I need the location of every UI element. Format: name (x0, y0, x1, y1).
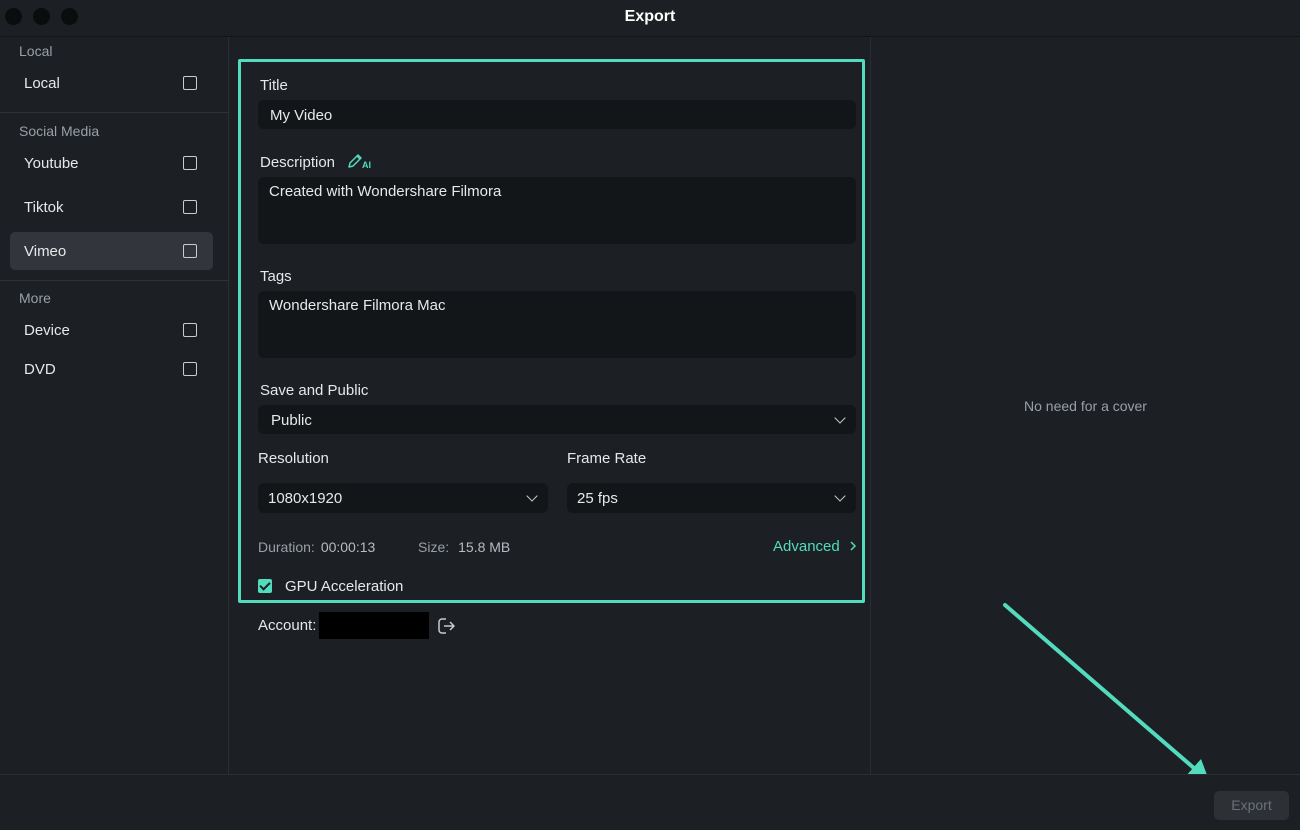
privacy-label: Save and Public (260, 382, 369, 399)
resolution-select-value: 1080x1920 (268, 490, 343, 507)
sidebar-item-label: DVD (24, 361, 56, 378)
account-name-redacted (319, 612, 429, 639)
sidebar-item-label: Device (24, 322, 70, 339)
sidebar-item-local[interactable]: Local (10, 64, 213, 102)
account-label: Account: (258, 617, 317, 634)
framerate-select-value: 25 fps (577, 490, 618, 507)
tiktok-checkbox[interactable] (183, 200, 197, 214)
title-label: Title (260, 77, 288, 94)
resolution-label: Resolution (258, 450, 329, 467)
title-input-value: My Video (270, 107, 333, 124)
chevron-down-icon (834, 490, 846, 502)
sidebar-item-label: Youtube (24, 155, 79, 172)
svg-text:AI: AI (362, 160, 371, 170)
sidebar-item-dvd[interactable]: DVD (10, 350, 213, 388)
section-label-social-media: Social Media (19, 123, 100, 139)
description-value: Created with Wondershare Filmora (269, 183, 502, 200)
duration-label: Duration: (258, 539, 315, 555)
advanced-link[interactable]: Advanced (773, 538, 858, 555)
window-titlebar: Export (0, 0, 1300, 37)
annotation-arrow (1003, 603, 1210, 783)
size-label: Size: (418, 539, 450, 555)
privacy-select[interactable]: Public (258, 405, 856, 434)
local-checkbox[interactable] (183, 76, 197, 90)
sidebar-item-label: Tiktok (24, 199, 64, 216)
export-destination-sidebar: Local Local Social Media Youtube Tiktok … (0, 37, 229, 774)
framerate-select[interactable]: 25 fps (567, 483, 856, 513)
pencil-ai-icon[interactable]: AI (347, 152, 373, 170)
chevron-right-icon (850, 541, 856, 551)
device-checkbox[interactable] (183, 323, 197, 337)
duration-value: 00:00:13 (320, 539, 376, 555)
title-input[interactable]: My Video (258, 100, 856, 129)
sidebar-item-label: Vimeo (24, 243, 67, 260)
description-textarea[interactable]: Created with Wondershare Filmora (258, 177, 856, 244)
divider (0, 112, 229, 113)
sidebar-item-label: Local (24, 75, 60, 92)
youtube-checkbox[interactable] (183, 156, 197, 170)
framerate-label: Frame Rate (567, 450, 647, 467)
cover-message: No need for a cover (1024, 398, 1147, 414)
sidebar-item-device[interactable]: Device (10, 311, 213, 349)
section-label-more: More (19, 290, 51, 306)
sidebar-item-vimeo[interactable]: Vimeo (10, 232, 213, 270)
chevron-down-icon (526, 490, 538, 502)
divider (0, 280, 229, 281)
tags-textarea[interactable]: Wondershare Filmora Mac (258, 291, 856, 358)
section-label-local: Local (19, 43, 53, 59)
logout-icon[interactable] (437, 616, 457, 636)
privacy-select-value: Public (271, 412, 312, 429)
sidebar-item-youtube[interactable]: Youtube (10, 144, 213, 182)
size-info: Size: 15.8 MB (418, 539, 510, 555)
chevron-down-icon (834, 412, 846, 424)
tags-value: Wondershare Filmora Mac (269, 297, 446, 314)
tags-label: Tags (260, 268, 292, 285)
dialog-footer: Export (0, 774, 1300, 830)
resolution-select[interactable]: 1080x1920 (258, 483, 548, 513)
dvd-checkbox[interactable] (183, 362, 197, 376)
window-title: Export (624, 8, 676, 25)
export-button[interactable]: Export (1214, 791, 1289, 820)
duration-info: Duration: 00:00:13 (258, 539, 375, 555)
gpu-acceleration-label: GPU Acceleration (285, 578, 404, 595)
size-value: 15.8 MB (458, 539, 511, 555)
sidebar-item-tiktok[interactable]: Tiktok (10, 188, 213, 226)
vimeo-checkbox[interactable] (183, 244, 197, 258)
export-settings-panel: Title My Video Description AI Created wi… (230, 37, 869, 774)
gpu-acceleration-checkbox[interactable] (258, 579, 272, 593)
advanced-label: Advanced (773, 538, 840, 555)
description-label: Description (260, 154, 336, 171)
